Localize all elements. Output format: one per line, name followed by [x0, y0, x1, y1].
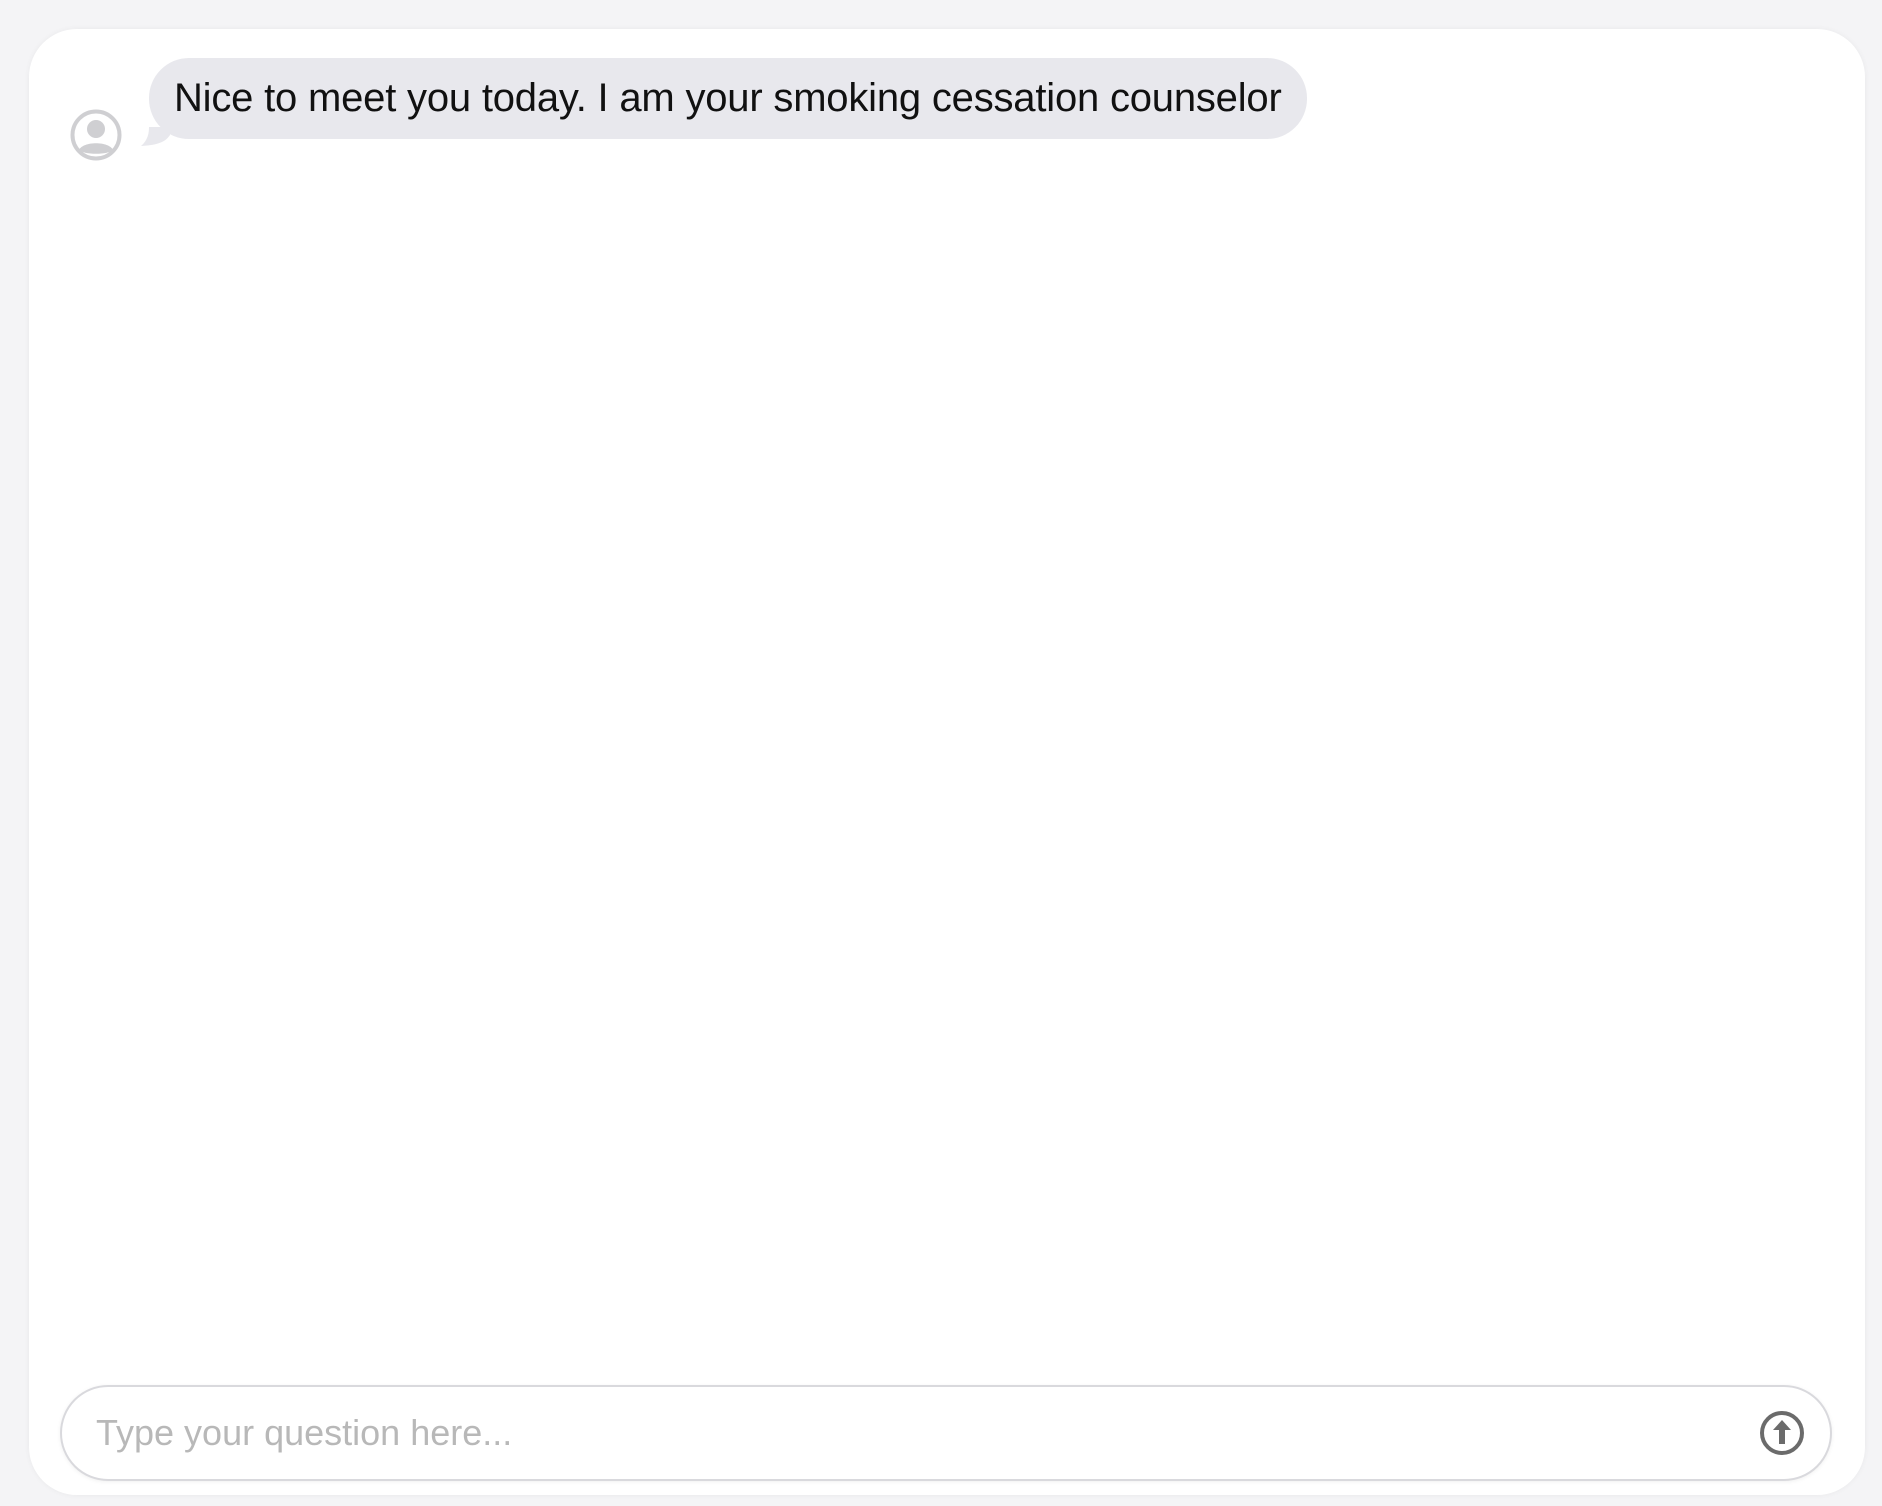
- composer-bar: [60, 1385, 1832, 1481]
- question-input[interactable]: [96, 1399, 1716, 1467]
- user-avatar-icon: [70, 109, 122, 161]
- message-text: Nice to meet you today. I am your smokin…: [174, 76, 1282, 120]
- chat-window: Nice to meet you today. I am your smokin…: [29, 29, 1865, 1495]
- arrow-up-circle-icon: [1758, 1409, 1806, 1457]
- message-bubble: Nice to meet you today. I am your smokin…: [149, 58, 1307, 139]
- send-button[interactable]: [1758, 1409, 1806, 1457]
